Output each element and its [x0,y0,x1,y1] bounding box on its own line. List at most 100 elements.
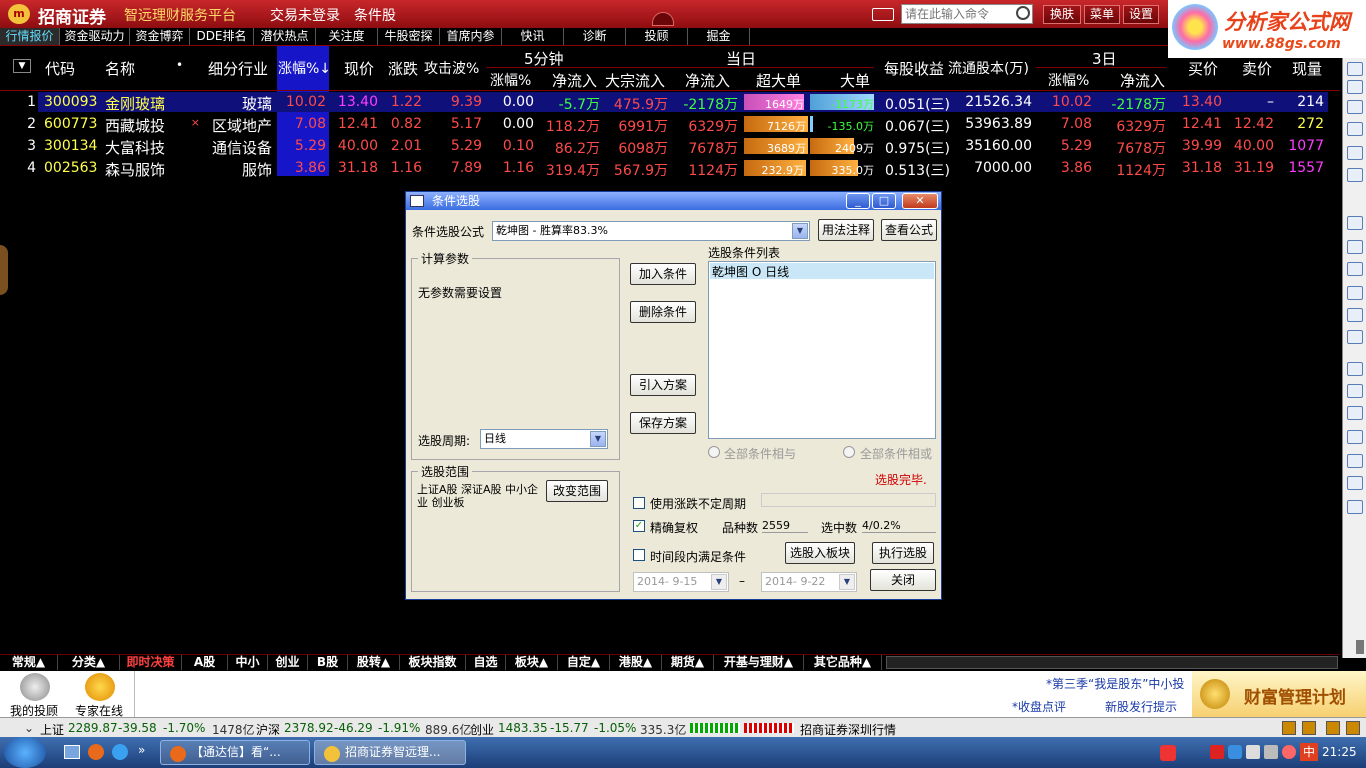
col-5min-flow[interactable]: 净流入 [552,70,597,91]
folder-icon[interactable] [1347,362,1363,376]
col-bid[interactable]: 买价 [1188,58,1218,79]
list-item[interactable]: 乾坤图 O 日线 [710,263,934,279]
ticker-news[interactable]: *第三季“我是股东”中小投 [1046,675,1184,692]
col-name[interactable]: 名称 [105,58,135,79]
network-icon[interactable] [1264,745,1278,759]
help-icon[interactable] [1282,721,1296,735]
menu-arrow-icon[interactable]: ⌄ [24,721,34,735]
col-3day-change[interactable]: 涨幅% [1048,70,1089,90]
shield-icon[interactable] [1228,745,1242,759]
nav-attention[interactable]: 关注度 [316,28,378,45]
col-5min-change[interactable]: 涨幅% [490,70,531,90]
f12-icon[interactable] [1347,286,1363,300]
wealth-banner[interactable]: 财富管理计划 [1192,671,1366,717]
radio-or[interactable] [843,446,855,458]
add-condition-button[interactable]: 加入条件 [630,263,696,285]
tab-hk[interactable]: 港股▲ [610,655,662,670]
radio-and[interactable] [708,446,720,458]
ticker-review[interactable]: *收盘点评 [1012,698,1066,715]
show-desktop-icon[interactable] [64,745,80,759]
arrow-up-icon[interactable] [1347,62,1363,76]
tab-others[interactable]: 其它品种▲ [804,655,882,670]
col-industry[interactable]: 细分行业 [208,58,268,79]
more-icon[interactable]: » [138,743,145,757]
print-icon[interactable] [1347,476,1363,490]
flag-icon[interactable] [1210,745,1224,759]
tab-watchlist[interactable]: 自选 [466,655,506,670]
target-icon[interactable] [1347,406,1363,420]
start-button-icon[interactable] [4,737,46,768]
date-to-select[interactable]: 2014- 9-22 ▼ [761,572,857,592]
tab-category[interactable]: 分类▲ [58,655,120,670]
uncertain-period-checkbox[interactable] [633,497,645,509]
chevron-down-icon[interactable]: ▼ [792,223,808,239]
date-from-select[interactable]: 2014- 9-15 ▼ [633,572,729,592]
etf-icon[interactable] [1347,430,1363,444]
circle-icon[interactable] [1347,330,1363,344]
tab-custom[interactable]: 自定▲ [558,655,610,670]
change-range-button[interactable]: 改变范围 [546,480,608,502]
nav-stock-detective[interactable]: 牛股密探 [378,28,440,45]
close-button[interactable]: 关闭 [870,569,936,591]
chevron-down-icon[interactable]: ▼ [711,574,727,590]
col-price[interactable]: 现价 [344,58,374,79]
side-panel-handle-icon[interactable] [0,245,8,295]
to-block-button[interactable]: 选股入板块 [785,542,855,564]
tab-regular[interactable]: 常规▲ [0,655,58,670]
tab-a-share[interactable]: A股 [182,655,228,670]
formula-select[interactable]: 乾坤图 - 胜算率83.3% ▼ [492,221,810,241]
line-chart-icon[interactable] [1347,146,1363,160]
col-change[interactable]: 涨幅%↓ [278,58,331,78]
nav-chief-ref[interactable]: 首席内参 [440,28,502,45]
period-select[interactable]: 日线 ▼ [480,429,608,449]
nav-fund-drive[interactable]: 资金驱动力 [60,28,130,45]
calendar-icon[interactable] [1347,262,1363,276]
lock-icon[interactable] [1346,721,1360,735]
ie-icon[interactable] [112,744,128,760]
tab-sector[interactable]: 板块▲ [506,655,558,670]
col-volume[interactable]: 现量 [1292,58,1322,79]
col-super-big[interactable]: 超大单 [756,70,801,91]
col-attack[interactable]: 攻击波% [424,58,479,78]
keyboard-icon[interactable] [872,8,894,21]
login-status[interactable]: 交易未登录 [270,5,340,25]
advisor-avatar-icon[interactable] [20,673,50,701]
condition-list[interactable]: 乾坤图 O 日线 [708,261,936,439]
expert-avatar-icon[interactable] [85,673,115,701]
table-icon[interactable] [1347,122,1363,136]
horizontal-scrollbar[interactable] [886,656,1338,669]
col-updown[interactable]: 涨跌 [388,58,418,79]
maximize-icon[interactable]: □ [872,193,896,209]
kline-icon[interactable] [1347,168,1363,182]
tab-instant[interactable]: 即时决策 [120,655,182,670]
clock[interactable]: 21:25 [1322,745,1357,759]
tray-s-icon[interactable] [1160,745,1176,761]
period-input[interactable] [761,493,936,507]
tab-funds[interactable]: 开基与理财▲ [714,655,804,670]
report-icon[interactable] [1347,100,1363,114]
tab-futures[interactable]: 期货▲ [662,655,714,670]
col-eps[interactable]: 每股收益 [884,58,944,79]
tray-app-icon[interactable] [1282,745,1296,759]
nav-dde-rank[interactable]: DDE排名 [190,28,254,45]
volume-icon[interactable] [1246,745,1260,759]
exact-rights-checkbox[interactable]: ✓ [633,520,645,532]
nav-quotes[interactable]: 行情报价 [0,28,60,45]
formula-icon[interactable] [1347,308,1363,322]
tab-sme[interactable]: 中小 [228,655,268,670]
skin-button[interactable]: 换肤 [1043,5,1081,24]
ticker-ipo[interactable]: 新股发行提示 [1105,698,1177,715]
collapse-handle-icon[interactable] [652,12,674,26]
exit-icon[interactable] [1347,454,1363,468]
execute-select-button[interactable]: 执行选股 [872,542,934,564]
col-ask[interactable]: 卖价 [1242,58,1272,79]
nav-advisor[interactable]: 投顾 [626,28,688,45]
search-icon[interactable] [1016,6,1030,20]
chevron-down-icon[interactable]: ▼ [839,574,855,590]
arrow-down-icon[interactable] [1347,80,1363,94]
gear-icon[interactable] [1347,500,1363,514]
col-today-flow[interactable]: 净流入 [685,70,730,91]
settings-button[interactable]: 设置 [1123,5,1159,24]
col-code[interactable]: 代码 [45,58,75,79]
vertical-scrollbar[interactable] [1356,640,1364,654]
